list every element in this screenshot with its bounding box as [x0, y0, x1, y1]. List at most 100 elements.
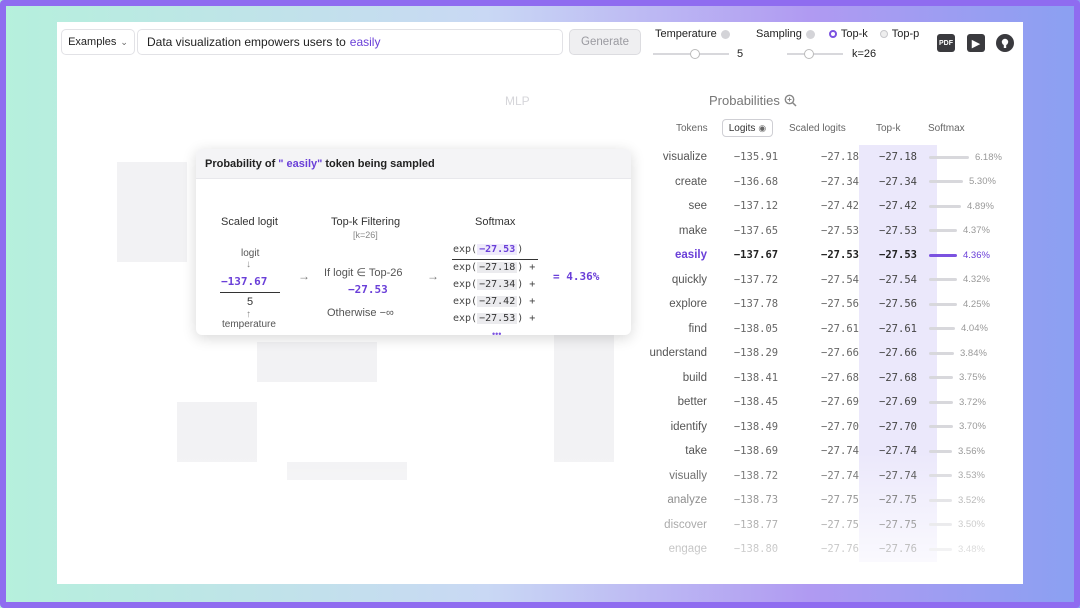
token-cell: identify: [670, 420, 707, 433]
softmax-cell: 3.72%: [929, 390, 1023, 415]
table-row[interactable]: analyze −138.73 −27.75 −27.75 3.52%: [57, 488, 1023, 513]
topk-cell: −27.56: [859, 292, 937, 317]
softmax-bar: [929, 180, 963, 184]
table-row[interactable]: take −138.69 −27.74 −27.74 3.56%: [57, 439, 1023, 464]
logit-cell: −137.78: [733, 298, 779, 311]
table-row[interactable]: build −138.41 −27.68 −27.68 3.75%: [57, 365, 1023, 390]
softmax-bar: [929, 204, 961, 208]
denominator-value: −27.53: [477, 313, 518, 324]
token-cell: build: [682, 371, 707, 384]
info-icon[interactable]: [805, 29, 815, 39]
examples-label: Examples: [68, 36, 117, 48]
info-icon[interactable]: [720, 29, 730, 39]
table-row[interactable]: identify −138.49 −27.70 −27.70 3.70%: [57, 414, 1023, 439]
logits-column-tab[interactable]: Logits ◉: [722, 119, 773, 137]
token-cell: understand: [649, 347, 707, 360]
right-arrow-icon: →: [298, 269, 310, 283]
table-row[interactable]: understand −138.29 −27.66 −27.66 3.84%: [57, 341, 1023, 366]
k-value: k=26: [852, 48, 877, 60]
softmax-cell: 3.56%: [929, 439, 1023, 464]
softmax-bar: [929, 400, 953, 404]
k-slider[interactable]: [787, 49, 843, 59]
app-window: Examples ⌄ Data visualization empowers u…: [57, 22, 1023, 584]
logit-cell: −138.80: [733, 543, 779, 556]
softmax-value: 4.32%: [963, 274, 990, 286]
softmax-value: 4.36%: [963, 249, 990, 261]
softmax-bar: [929, 253, 957, 257]
probabilities-title-text: Probabilities: [709, 93, 780, 108]
right-arrow-icon: →: [427, 269, 439, 283]
pdf-icon[interactable]: PDF: [937, 34, 955, 52]
logit-cell: −138.77: [733, 518, 779, 531]
table-row[interactable]: engage −138.80 −27.76 −27.76 3.48%: [57, 537, 1023, 562]
logit-label: logit: [241, 248, 260, 259]
logits-column-label: Logits: [728, 122, 756, 134]
denominator-value: −27.18: [477, 262, 518, 273]
softmax-value: 6.18%: [975, 151, 1002, 163]
prompt-input[interactable]: Data visualization empowers users to eas…: [137, 29, 563, 55]
softmax-value: 3.75%: [959, 372, 986, 384]
table-row[interactable]: visually −138.72 −27.74 −27.74 3.53%: [57, 463, 1023, 488]
temperature-divisor: 5: [247, 296, 254, 308]
topk-cell: −27.69: [859, 390, 937, 415]
zoom-icon[interactable]: [784, 94, 797, 107]
popup-title-suffix: token being sampled: [325, 157, 435, 170]
softmax-value: 4.37%: [963, 225, 990, 237]
topk-cell: −27.53: [859, 218, 937, 243]
logit-cell: −138.05: [733, 322, 779, 335]
softmax-bar: [929, 278, 957, 282]
youtube-icon[interactable]: ▶: [967, 34, 985, 52]
softmax-denominator-term: exp(−27.34) +: [453, 279, 536, 290]
token-cell: visually: [669, 469, 707, 482]
ellipsis-icon: •••: [492, 329, 502, 335]
temperature-slider[interactable]: [653, 49, 729, 59]
softmax-cell: 4.25%: [929, 292, 1023, 317]
token-cell: engage: [668, 543, 707, 556]
softmax-value: 3.72%: [959, 396, 986, 408]
chevron-down-icon: ⌄: [120, 36, 128, 47]
token-cell: discover: [664, 518, 707, 531]
softmax-bar: [929, 498, 952, 502]
logit-cell: −136.68: [733, 175, 779, 188]
softmax-bar: [929, 523, 952, 527]
logit-cell: −135.91: [733, 151, 779, 164]
logit-cell: −138.41: [733, 371, 779, 384]
numerator-value: −27.53: [477, 244, 518, 255]
logit-cell: −138.72: [733, 469, 779, 482]
topk-label: Top-k: [840, 28, 868, 40]
softmax-bar: [929, 351, 954, 355]
temperature-slider-handle[interactable]: [689, 49, 700, 59]
softmax-cell: 4.04%: [929, 317, 1023, 342]
table-row[interactable]: better −138.45 −27.69 −27.69 3.72%: [57, 390, 1023, 415]
softmax-bar: [929, 425, 953, 429]
softmax-value: 3.70%: [959, 421, 986, 433]
softmax-bar: [929, 302, 957, 306]
logit-cell: −137.72: [733, 273, 779, 286]
table-row[interactable]: discover −138.77 −27.75 −27.75 3.50%: [57, 512, 1023, 537]
top-bar: Examples ⌄ Data visualization empowers u…: [57, 22, 1023, 72]
softmax-cell: 4.36%: [929, 243, 1023, 268]
topk-cell: −27.61: [859, 316, 937, 341]
github-icon[interactable]: [996, 34, 1014, 52]
topk-k-note: [k=26]: [353, 230, 378, 240]
temperature-label: Temperature: [655, 28, 717, 40]
topk-filtering-title: Top-k Filtering: [331, 216, 401, 228]
topk-cell: −27.74: [859, 439, 937, 464]
topp-radio[interactable]: [879, 30, 888, 38]
topk-radio[interactable]: [828, 30, 837, 38]
topk-column-header: Top-k: [876, 123, 901, 134]
token-cell: take: [685, 445, 707, 458]
denominator-value: −27.34: [477, 279, 518, 290]
softmax-result: = 4.36%: [553, 270, 600, 283]
topp-label: Top-p: [891, 28, 920, 40]
k-slider-handle[interactable]: [804, 49, 815, 59]
generate-button[interactable]: Generate: [569, 29, 641, 55]
if-condition: If logit ∈ Top-26: [324, 267, 403, 279]
softmax-value: 4.04%: [961, 323, 988, 335]
if-value: −27.53: [348, 283, 388, 296]
probabilities-title: Probabilities: [709, 93, 797, 108]
temperature-value: 5: [737, 48, 744, 60]
fraction-line: [220, 292, 280, 293]
examples-dropdown[interactable]: Examples ⌄: [61, 29, 135, 55]
topk-cell: −27.66: [859, 341, 937, 366]
